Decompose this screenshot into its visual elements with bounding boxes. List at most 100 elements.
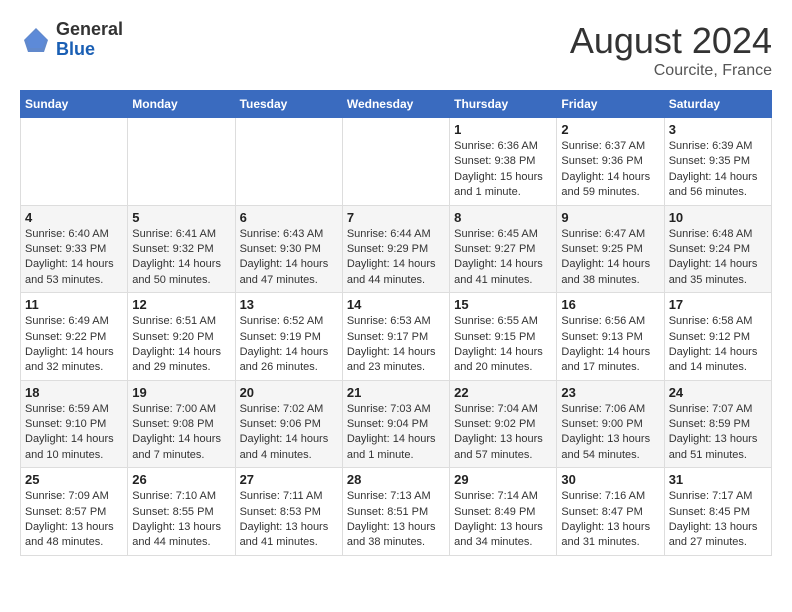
day-number: 28 bbox=[347, 472, 445, 487]
day-number: 6 bbox=[240, 210, 338, 225]
day-info: Sunrise: 6:56 AMSunset: 9:13 PMDaylight:… bbox=[561, 314, 659, 376]
day-number: 11 bbox=[25, 297, 123, 312]
day-cell: 28 Sunrise: 7:13 AMSunset: 8:51 PMDayligh… bbox=[342, 468, 449, 556]
day-number: 26 bbox=[132, 472, 230, 487]
day-cell: 31Sunrise: 7:17 AMSunset: 8:45 PMDayligh… bbox=[664, 468, 771, 556]
header-row: SundayMondayTuesdayWednesdayThursdayFrid… bbox=[21, 91, 772, 118]
day-cell: 9 Sunrise: 6:47 AMSunset: 9:25 PMDaylight… bbox=[557, 205, 664, 293]
day-cell: 4Sunrise: 6:40 AMSunset: 9:33 PMDaylight… bbox=[21, 205, 128, 293]
header-day-tuesday: Tuesday bbox=[235, 91, 342, 118]
day-number: 20 bbox=[240, 385, 338, 400]
day-info: Sunrise: 6:37 AMSunset: 9:36 PMDaylight:… bbox=[561, 139, 659, 201]
day-number: 27 bbox=[240, 472, 338, 487]
header-day-thursday: Thursday bbox=[450, 91, 557, 118]
day-number: 13 bbox=[240, 297, 338, 312]
calendar-table: SundayMondayTuesdayWednesdayThursdayFrid… bbox=[20, 90, 772, 556]
day-info: Sunrise: 7:06 AMSunset: 9:00 PMDaylight:… bbox=[561, 402, 659, 464]
calendar-body: 1 Sunrise: 6:36 AMSunset: 9:38 PMDaylight… bbox=[21, 118, 772, 556]
day-number: 2 bbox=[561, 122, 659, 137]
calendar-title: August 2024 bbox=[570, 20, 772, 62]
day-info: Sunrise: 6:44 AMSunset: 9:29 PMDaylight:… bbox=[347, 227, 445, 289]
day-number: 17 bbox=[669, 297, 767, 312]
day-number: 23 bbox=[561, 385, 659, 400]
day-cell: 30Sunrise: 7:16 AMSunset: 8:47 PMDayligh… bbox=[557, 468, 664, 556]
day-number: 10 bbox=[669, 210, 767, 225]
day-number: 1 bbox=[454, 122, 552, 137]
logo: General Blue bbox=[20, 20, 123, 60]
header-day-monday: Monday bbox=[128, 91, 235, 118]
day-number: 30 bbox=[561, 472, 659, 487]
day-number: 15 bbox=[454, 297, 552, 312]
day-number: 7 bbox=[347, 210, 445, 225]
day-number: 9 bbox=[561, 210, 659, 225]
header-day-saturday: Saturday bbox=[664, 91, 771, 118]
day-info: Sunrise: 7:17 AMSunset: 8:45 PMDaylight:… bbox=[669, 489, 767, 551]
day-cell: 17 Sunrise: 6:58 AMSunset: 9:12 PMDayligh… bbox=[664, 293, 771, 381]
day-cell: 20 Sunrise: 7:02 AMSunset: 9:06 PMDayligh… bbox=[235, 380, 342, 468]
day-number: 4 bbox=[25, 210, 123, 225]
day-cell: 7 Sunrise: 6:44 AMSunset: 9:29 PMDaylight… bbox=[342, 205, 449, 293]
day-cell: 2 Sunrise: 6:37 AMSunset: 9:36 PMDaylight… bbox=[557, 118, 664, 206]
day-info: Sunrise: 7:04 AMSunset: 9:02 PMDaylight:… bbox=[454, 402, 552, 464]
day-info: Sunrise: 6:58 AMSunset: 9:12 PMDaylight:… bbox=[669, 314, 767, 376]
day-info: Sunrise: 6:41 AMSunset: 9:32 PMDaylight:… bbox=[132, 227, 230, 289]
day-number: 24 bbox=[669, 385, 767, 400]
day-info: Sunrise: 7:11 AMSunset: 8:53 PMDaylight:… bbox=[240, 489, 338, 551]
day-info: Sunrise: 6:52 AMSunset: 9:19 PMDaylight:… bbox=[240, 314, 338, 376]
day-info: Sunrise: 6:48 AMSunset: 9:24 PMDaylight:… bbox=[669, 227, 767, 289]
day-cell: 21Sunrise: 7:03 AMSunset: 9:04 PMDayligh… bbox=[342, 380, 449, 468]
week-row-3: 11 Sunrise: 6:49 AMSunset: 9:22 PMDayligh… bbox=[21, 293, 772, 381]
day-number: 25 bbox=[25, 472, 123, 487]
day-info: Sunrise: 6:39 AMSunset: 9:35 PMDaylight:… bbox=[669, 139, 767, 201]
day-cell: 14Sunrise: 6:53 AMSunset: 9:17 PMDayligh… bbox=[342, 293, 449, 381]
day-cell: 1 Sunrise: 6:36 AMSunset: 9:38 PMDaylight… bbox=[450, 118, 557, 206]
day-number: 21 bbox=[347, 385, 445, 400]
day-cell bbox=[235, 118, 342, 206]
day-number: 3 bbox=[669, 122, 767, 137]
day-cell bbox=[128, 118, 235, 206]
day-info: Sunrise: 6:36 AMSunset: 9:38 PMDaylight:… bbox=[454, 139, 552, 201]
day-number: 22 bbox=[454, 385, 552, 400]
logo-text: General Blue bbox=[56, 20, 123, 60]
day-number: 29 bbox=[454, 472, 552, 487]
day-number: 16 bbox=[561, 297, 659, 312]
day-cell: 16 Sunrise: 6:56 AMSunset: 9:13 PMDayligh… bbox=[557, 293, 664, 381]
day-cell: 3 Sunrise: 6:39 AMSunset: 9:35 PMDaylight… bbox=[664, 118, 771, 206]
day-cell: 12Sunrise: 6:51 AMSunset: 9:20 PMDayligh… bbox=[128, 293, 235, 381]
day-info: Sunrise: 7:14 AMSunset: 8:49 PMDaylight:… bbox=[454, 489, 552, 551]
header-day-sunday: Sunday bbox=[21, 91, 128, 118]
day-number: 18 bbox=[25, 385, 123, 400]
day-cell: 8Sunrise: 6:45 AMSunset: 9:27 PMDaylight… bbox=[450, 205, 557, 293]
day-cell: 25 Sunrise: 7:09 AMSunset: 8:57 PMDayligh… bbox=[21, 468, 128, 556]
day-info: Sunrise: 6:53 AMSunset: 9:17 PMDaylight:… bbox=[347, 314, 445, 376]
day-number: 8 bbox=[454, 210, 552, 225]
day-cell: 22 Sunrise: 7:04 AMSunset: 9:02 PMDayligh… bbox=[450, 380, 557, 468]
day-info: Sunrise: 6:51 AMSunset: 9:20 PMDaylight:… bbox=[132, 314, 230, 376]
day-cell: 23 Sunrise: 7:06 AMSunset: 9:00 PMDayligh… bbox=[557, 380, 664, 468]
day-cell: 6 Sunrise: 6:43 AMSunset: 9:30 PMDaylight… bbox=[235, 205, 342, 293]
day-number: 5 bbox=[132, 210, 230, 225]
day-number: 19 bbox=[132, 385, 230, 400]
day-info: Sunrise: 6:43 AMSunset: 9:30 PMDaylight:… bbox=[240, 227, 338, 289]
day-info: Sunrise: 6:49 AMSunset: 9:22 PMDaylight:… bbox=[25, 314, 123, 376]
day-info: Sunrise: 7:00 AMSunset: 9:08 PMDaylight:… bbox=[132, 402, 230, 464]
day-cell bbox=[21, 118, 128, 206]
day-info: Sunrise: 7:09 AMSunset: 8:57 PMDaylight:… bbox=[25, 489, 123, 551]
day-info: Sunrise: 6:59 AMSunset: 9:10 PMDaylight:… bbox=[25, 402, 123, 464]
day-info: Sunrise: 7:02 AMSunset: 9:06 PMDaylight:… bbox=[240, 402, 338, 464]
day-cell: 19 Sunrise: 7:00 AMSunset: 9:08 PMDayligh… bbox=[128, 380, 235, 468]
day-cell: 15Sunrise: 6:55 AMSunset: 9:15 PMDayligh… bbox=[450, 293, 557, 381]
day-cell: 11 Sunrise: 6:49 AMSunset: 9:22 PMDayligh… bbox=[21, 293, 128, 381]
day-cell: 24 Sunrise: 7:07 AMSunset: 8:59 PMDayligh… bbox=[664, 380, 771, 468]
day-cell: 10 Sunrise: 6:48 AMSunset: 9:24 PMDayligh… bbox=[664, 205, 771, 293]
day-info: Sunrise: 7:07 AMSunset: 8:59 PMDaylight:… bbox=[669, 402, 767, 464]
day-info: Sunrise: 7:10 AMSunset: 8:55 PMDaylight:… bbox=[132, 489, 230, 551]
logo-icon bbox=[20, 24, 52, 56]
logo-general: General bbox=[56, 19, 123, 39]
week-row-5: 25 Sunrise: 7:09 AMSunset: 8:57 PMDayligh… bbox=[21, 468, 772, 556]
header-day-friday: Friday bbox=[557, 91, 664, 118]
day-cell: 29 Sunrise: 7:14 AMSunset: 8:49 PMDayligh… bbox=[450, 468, 557, 556]
day-info: Sunrise: 7:13 AMSunset: 8:51 PMDaylight:… bbox=[347, 489, 445, 551]
day-info: Sunrise: 6:47 AMSunset: 9:25 PMDaylight:… bbox=[561, 227, 659, 289]
week-row-1: 1 Sunrise: 6:36 AMSunset: 9:38 PMDaylight… bbox=[21, 118, 772, 206]
